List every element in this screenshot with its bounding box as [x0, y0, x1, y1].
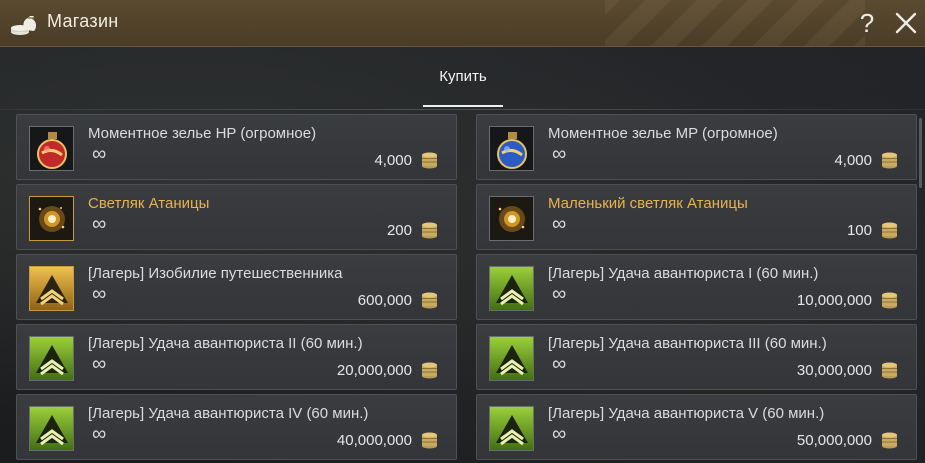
firefly-icon: [489, 196, 534, 241]
camp-green-icon: [489, 406, 534, 451]
shop-item-camp-luck-4[interactable]: [Лагерь] Удача авантюриста IV (60 мин.) …: [16, 394, 457, 460]
money-bag-icon: [11, 16, 37, 35]
silver-coin-icon: [422, 222, 437, 239]
item-name: [Лагерь] Удача авантюриста V (60 мин.): [548, 405, 825, 422]
item-name: Моментное зелье HP (огромное): [88, 125, 317, 142]
item-name: Светляк Атаницы: [88, 195, 210, 212]
silver-coin-icon: [422, 432, 437, 449]
firefly-icon: [29, 196, 74, 241]
camp-green-icon: [489, 336, 534, 381]
item-price: 40,000,000: [336, 432, 412, 449]
tab-divider: [0, 109, 925, 110]
stock-infinite: ∞: [552, 423, 567, 445]
item-name: Маленький светляк Атаницы: [548, 195, 748, 212]
silver-coin-icon: [422, 152, 437, 169]
silver-coin-icon: [422, 292, 437, 309]
stock-infinite: ∞: [92, 213, 107, 235]
silver-coin-icon: [882, 152, 897, 169]
silver-coin-icon: [882, 222, 897, 239]
camp-green-icon: [29, 336, 74, 381]
stock-infinite: ∞: [92, 353, 107, 375]
stock-infinite: ∞: [552, 283, 567, 305]
stock-infinite: ∞: [92, 423, 107, 445]
stock-infinite: ∞: [552, 143, 567, 165]
item-name: [Лагерь] Удача авантюриста III (60 мин.): [548, 335, 827, 352]
item-price: 30,000,000: [796, 362, 872, 379]
item-name: [Лагерь] Изобилие путешественника: [88, 265, 343, 282]
active-tab-indicator: [423, 105, 503, 107]
shop-item-camp-luck-5[interactable]: [Лагерь] Удача авантюриста V (60 мин.) ∞…: [476, 394, 917, 460]
shop-item-camp-luck-1[interactable]: [Лагерь] Удача авантюриста I (60 мин.) ∞…: [476, 254, 917, 320]
item-name: Моментное зелье MP (огромное): [548, 125, 778, 142]
item-price: 4,000: [374, 152, 412, 169]
item-price: 200: [386, 222, 412, 239]
camp-green-icon: [29, 406, 74, 451]
tab-buy[interactable]: Купить: [423, 48, 503, 108]
shop-item-camp-luck-3[interactable]: [Лагерь] Удача авантюриста III (60 мин.)…: [476, 324, 917, 390]
silver-coin-icon: [882, 362, 897, 379]
stock-infinite: ∞: [92, 143, 107, 165]
window-title: Магазин: [47, 11, 119, 31]
item-price: 20,000,000: [336, 362, 412, 379]
stock-infinite: ∞: [552, 353, 567, 375]
list-scrollbar[interactable]: [919, 118, 922, 188]
title-bar: Магазин ?: [0, 0, 925, 47]
shop-item-mp-potion[interactable]: Моментное зелье MP (огромное) ∞ 4,000: [476, 114, 917, 180]
shop-item-small-firefly[interactable]: Маленький светляк Атаницы ∞ 100: [476, 184, 917, 250]
item-name: [Лагерь] Удача авантюриста I (60 мин.): [548, 265, 819, 282]
stock-infinite: ∞: [92, 283, 107, 305]
silver-coin-icon: [882, 432, 897, 449]
mp-potion-icon: [489, 126, 534, 171]
item-price: 4,000: [834, 152, 872, 169]
shop-window: Магазин ? Купить Моментное зелье HP (огр…: [0, 0, 925, 463]
shop-item-camp-abundance[interactable]: [Лагерь] Изобилие путешественника ∞ 600,…: [16, 254, 457, 320]
silver-coin-icon: [882, 292, 897, 309]
shop-item-list: Моментное зелье HP (огромное) ∞ 4,000 Мо…: [4, 113, 921, 463]
shop-item-hp-potion[interactable]: Моментное зелье HP (огромное) ∞ 4,000: [16, 114, 457, 180]
shop-item-camp-luck-2[interactable]: [Лагерь] Удача авантюриста II (60 мин.) …: [16, 324, 457, 390]
item-name: [Лагерь] Удача авантюриста II (60 мин.): [88, 335, 363, 352]
help-button[interactable]: ?: [856, 8, 878, 38]
silver-coin-icon: [422, 362, 437, 379]
item-price: 600,000: [357, 292, 412, 309]
item-name: [Лагерь] Удача авантюриста IV (60 мин.): [88, 405, 369, 422]
tab-bar: Купить: [0, 48, 925, 110]
close-icon[interactable]: [893, 10, 919, 36]
title-bar-decoration: [605, 0, 865, 46]
item-price: 50,000,000: [796, 432, 872, 449]
item-price: 100: [846, 222, 872, 239]
camp-gold-icon: [29, 266, 74, 311]
item-price: 10,000,000: [796, 292, 872, 309]
shop-item-firefly[interactable]: Светляк Атаницы ∞ 200: [16, 184, 457, 250]
hp-potion-icon: [29, 126, 74, 171]
stock-infinite: ∞: [552, 213, 567, 235]
camp-green-icon: [489, 266, 534, 311]
